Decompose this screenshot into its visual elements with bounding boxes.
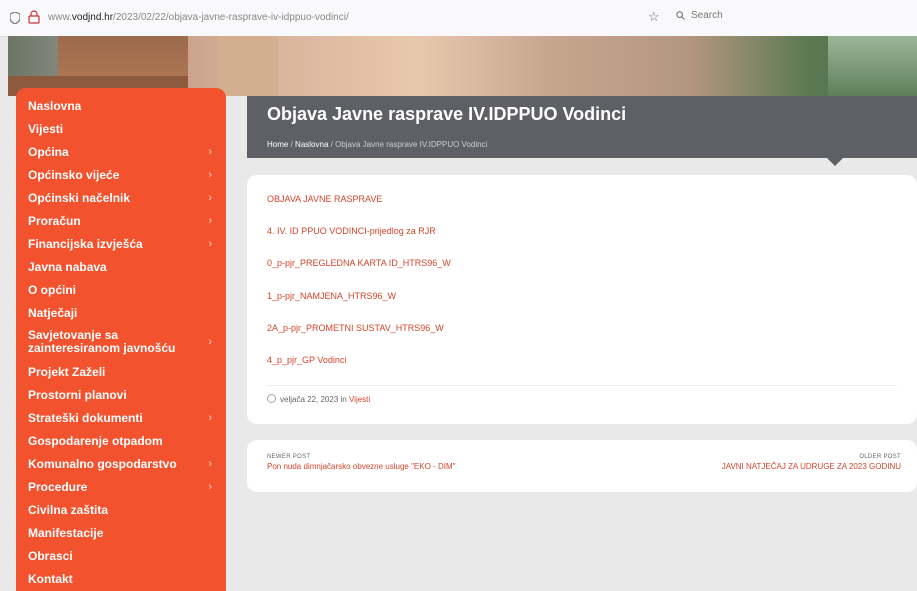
sidebar-item-label: Općina <box>28 144 69 159</box>
url-prefix: www. <box>48 12 72 23</box>
header-pointer <box>827 158 843 166</box>
browser-toolbar: www.vodjnd.hr/2023/02/22/objava-javne-ra… <box>0 0 917 37</box>
hero-wall <box>218 36 278 96</box>
sidebar-item-label: Proračun <box>28 213 81 228</box>
breadcrumb-separator: / <box>290 140 293 149</box>
url-domain: vodjnd.hr <box>71 12 114 23</box>
sidebar-item[interactable]: Gospodarenje otpadom <box>16 429 226 452</box>
divider <box>267 385 897 386</box>
sidebar-item-label: Obrasci <box>28 548 73 563</box>
sidebar-item[interactable]: Javna nabava <box>16 255 226 278</box>
chevron-right-icon: › <box>208 335 212 348</box>
search-placeholder: Search <box>691 10 723 21</box>
sidebar-item[interactable]: Općina › <box>16 140 226 163</box>
header-image <box>8 36 917 96</box>
sidebar-item[interactable]: O općini <box>16 278 226 301</box>
sidebar-item-label: Kontakt <box>28 571 73 586</box>
post-meta-in: in <box>340 395 347 404</box>
post-content: OBJAVA JAVNE RASPRAVE 4. IV. ID PPUO VOD… <box>247 175 917 424</box>
sidebar-item-label: Gospodarenje otpadom <box>28 433 163 448</box>
chevron-right-icon: › <box>208 480 212 493</box>
address-bar[interactable]: www.vodjnd.hr/2023/02/22/objava-javne-ra… <box>48 12 349 23</box>
sidebar-item[interactable]: Općinsko vijeće › <box>16 163 226 186</box>
sidebar-item[interactable]: Vijesti <box>16 117 226 140</box>
sidebar-item-label: Vijesti <box>28 121 64 136</box>
sidebar-item-label: Financijska izvješća <box>28 236 143 251</box>
sidebar-item[interactable]: Naslovna <box>16 94 226 117</box>
breadcrumb-section[interactable]: Naslovna <box>295 140 328 149</box>
breadcrumb-current: Objava Javne rasprave IV.IDPPUO Vodinci <box>335 140 488 149</box>
sidebar-nav: Naslovna Vijesti Općina › Općinsko vijeće › Op… <box>16 88 226 591</box>
sidebar-item-label: Komunalno gospodarstvo <box>28 456 177 471</box>
sidebar-item[interactable]: Projekt Zaželi <box>16 360 226 383</box>
hero-trees <box>828 36 917 96</box>
search-box[interactable]: Search <box>676 10 723 21</box>
older-post-label: OLDER POST <box>859 454 901 460</box>
url-path: /2023/02/22/objava-javne-rasprave-iv-idp… <box>113 12 349 23</box>
post-date: veljača 22, 2023 <box>280 395 339 404</box>
document-link[interactable]: 0_p-pjr_PREGLEDNA KARTA ID_HTRS96_W <box>267 258 451 268</box>
post-navigation: NEWER POST Pon nuda dimnjačarsko obvezne… <box>247 440 917 492</box>
sidebar-item[interactable]: Kontakt <box>16 567 226 590</box>
document-link[interactable]: 4. IV. ID PPUO VODINCI-prijedlog za RJR <box>267 226 436 236</box>
sidebar-item[interactable]: Proračun › <box>16 209 226 232</box>
sidebar-item-label: Prostorni planovi <box>28 387 127 402</box>
page-header: Objava Javne rasprave IV.IDPPUO Vodinci … <box>247 96 917 166</box>
newer-post-link[interactable]: Pon nuda dimnjačarsko obvezne usluge "EK… <box>267 462 455 471</box>
sidebar-item-label: Općinsko vijeće <box>28 167 120 182</box>
sidebar-item-label: Projekt Zaželi <box>28 364 106 379</box>
sidebar-item-label: Općinski načelnik <box>28 190 131 205</box>
newer-post-label: NEWER POST <box>267 454 311 460</box>
sidebar-item-label: Naslovna <box>28 98 82 113</box>
sidebar-item[interactable]: Prostorni planovi <box>16 383 226 406</box>
post-category-link[interactable]: Vijesti <box>349 395 370 404</box>
document-link[interactable]: 4_p_pjr_GP Vodinci <box>267 355 346 365</box>
chevron-right-icon: › <box>208 237 212 250</box>
chevron-right-icon: › <box>208 457 212 470</box>
sidebar-item-label: Savjetovanje sa zainteresiranom javnošću <box>28 328 176 355</box>
chevron-right-icon: › <box>208 411 212 424</box>
sidebar-item[interactable]: Procedure › <box>16 475 226 498</box>
sidebar-item[interactable]: Savjetovanje sa zainteresiranom javnošću… <box>16 324 226 360</box>
sidebar-item-label: Strateški dokumenti <box>28 410 143 425</box>
sidebar-item[interactable]: Strateški dokumenti › <box>16 406 226 429</box>
breadcrumb-home[interactable]: Home <box>267 140 288 149</box>
sidebar-item[interactable]: Obrasci <box>16 544 226 567</box>
sidebar-item[interactable]: Financijska izvješća › <box>16 232 226 255</box>
sidebar-item[interactable]: Manifestacije <box>16 521 226 544</box>
sidebar-item-label: Civilna zaštita <box>28 502 109 517</box>
chevron-right-icon: › <box>208 168 212 181</box>
breadcrumb: Home / Naslovna / Objava Javne rasprave … <box>267 140 487 149</box>
breadcrumb-separator: / <box>330 140 333 149</box>
sidebar-item-label: Javna nabava <box>28 259 107 274</box>
sidebar-item-label: O općini <box>28 282 76 297</box>
shield-icon[interactable] <box>10 12 20 24</box>
sidebar-item[interactable]: Civilna zaštita <box>16 498 226 521</box>
document-link[interactable]: 2A_p-pjr_PROMETNI SUSTAV_HTRS96_W <box>267 323 444 333</box>
chevron-right-icon: › <box>208 145 212 158</box>
older-post-link[interactable]: JAVNI NATJEČAJ ZA UDRUGE ZA 2023 GODINU <box>722 462 901 471</box>
bookmark-star-icon[interactable]: ☆ <box>648 9 660 25</box>
chevron-right-icon: › <box>208 214 212 227</box>
page-title: Objava Javne rasprave IV.IDPPUO Vodinci <box>267 104 627 124</box>
chevron-right-icon: › <box>208 191 212 204</box>
sidebar-item[interactable]: Natječaji <box>16 301 226 324</box>
clock-icon <box>267 394 276 403</box>
sidebar-item-label: Manifestacije <box>28 525 104 540</box>
sidebar-item-label: Procedure <box>28 479 88 494</box>
post-meta: veljača 22, 2023 in Vijesti <box>267 394 370 404</box>
lock-icon[interactable] <box>28 10 40 24</box>
sidebar-item[interactable]: Komunalno gospodarstvo › <box>16 452 226 475</box>
search-icon <box>676 11 685 20</box>
sidebar-item[interactable]: Općinski načelnik › <box>16 186 226 209</box>
document-link[interactable]: 1_p-pjr_NAMJENA_HTRS96_W <box>267 291 396 301</box>
sidebar-item-label: Natječaji <box>28 305 78 320</box>
document-link[interactable]: OBJAVA JAVNE RASPRAVE <box>267 194 382 204</box>
